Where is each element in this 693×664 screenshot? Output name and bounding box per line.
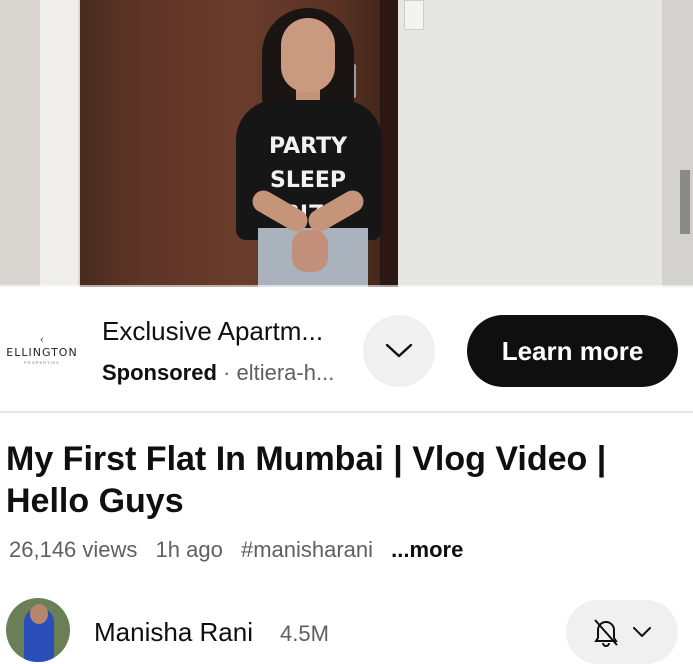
video-frame-wall-strip xyxy=(40,0,78,287)
channel-avatar[interactable] xyxy=(6,598,70,662)
subscriber-count: 4.5M xyxy=(280,621,329,646)
ad-expand-button[interactable] xyxy=(363,315,435,387)
shirt-print-line: PARTY xyxy=(268,134,348,159)
sponsored-ad-card[interactable]: ‹ ELLINGTON PROPERTIES Exclusive Apartm.… xyxy=(0,288,693,412)
video-frame-wall-right xyxy=(398,0,693,287)
video-progress-bar[interactable] xyxy=(0,285,693,287)
video-frame-door-frame xyxy=(662,0,693,287)
video-person-face xyxy=(281,18,335,92)
channel-name[interactable]: Manisha Rani xyxy=(94,617,253,648)
ad-title[interactable]: Exclusive Apartm... xyxy=(102,316,352,347)
advertiser-logo-text: ELLINGTON xyxy=(6,346,78,359)
chevron-down-icon xyxy=(633,627,651,637)
video-metadata[interactable]: 26,146 views 1h ago #manisharani ...more xyxy=(9,537,463,563)
video-frame-door-edge xyxy=(380,0,398,287)
video-person-hands xyxy=(292,230,328,272)
advertiser-logo[interactable]: ‹ ELLINGTON PROPERTIES xyxy=(6,320,78,380)
chevron-down-icon xyxy=(385,343,413,358)
video-title[interactable]: My First Flat In Mumbai | Vlog Video | H… xyxy=(6,438,686,522)
hashtag-link[interactable]: #manisharani xyxy=(241,537,373,562)
video-frame-hinge xyxy=(680,170,690,234)
advertiser-logo-mark: ‹ xyxy=(39,333,45,346)
ad-domain: eltiera-h... xyxy=(236,360,335,385)
learn-more-button[interactable]: Learn more xyxy=(467,315,678,387)
video-frame-switch xyxy=(404,0,424,30)
subscription-notification-button[interactable] xyxy=(566,600,678,664)
video-player[interactable]: PARTY SLEEP IBIZA xyxy=(0,0,693,287)
bell-off-icon xyxy=(594,619,618,647)
sponsored-label: Sponsored xyxy=(102,360,217,385)
divider xyxy=(0,411,693,413)
upload-age: 1h ago xyxy=(155,537,223,562)
avatar-figure-head xyxy=(30,604,48,624)
ad-separator: · xyxy=(223,360,231,385)
more-button[interactable]: ...more xyxy=(391,537,463,562)
view-count: 26,146 views xyxy=(9,537,138,562)
ad-subline: Sponsored · eltiera-h... xyxy=(102,360,362,386)
advertiser-logo-subtext: PROPERTIES xyxy=(24,360,60,365)
